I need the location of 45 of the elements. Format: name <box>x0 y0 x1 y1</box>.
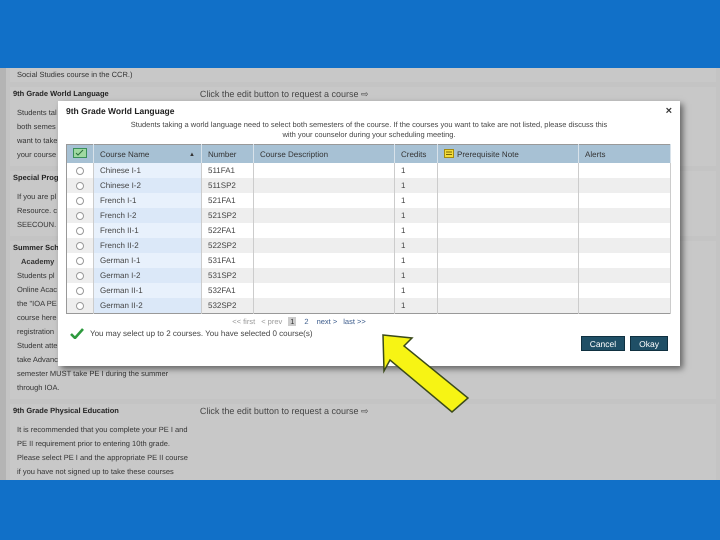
radio-button[interactable] <box>76 166 84 175</box>
table-cell: 1 <box>394 298 438 314</box>
instruction-text: Click the edit button to request a course ⇨ <box>200 405 369 418</box>
column-header[interactable]: Number <box>202 144 254 163</box>
table-cell: 532SP2 <box>202 298 254 314</box>
dialog-title: 9th Grade World Language <box>66 106 174 116</box>
radio-button[interactable] <box>76 212 84 220</box>
radio-button[interactable] <box>76 182 84 190</box>
select-all-checkbox-icon[interactable] <box>73 148 87 158</box>
radio-button[interactable] <box>76 302 84 310</box>
column-header[interactable]: Alerts <box>578 144 670 163</box>
column-header[interactable]: Course Name <box>100 150 150 158</box>
cancel-button[interactable]: Cancel <box>580 336 626 351</box>
table-cell: 522SP2 <box>202 238 254 253</box>
checkmark-icon <box>70 328 84 339</box>
column-header[interactable]: Course Description <box>254 144 394 163</box>
table-cell: 1 <box>394 208 438 223</box>
table-cell: 1 <box>394 238 438 253</box>
table-cell: 531SP2 <box>202 268 254 283</box>
table-cell: French II-1 <box>94 223 202 238</box>
table-cell: German II-1 <box>94 283 202 298</box>
table-cell: French I-1 <box>94 193 202 208</box>
instruction-text: Click the edit button to request a course ⇨ <box>200 88 369 101</box>
radio-button[interactable] <box>76 226 84 235</box>
table-cell: 1 <box>394 268 438 283</box>
table-cell: German I-1 <box>94 253 202 268</box>
table-cell: 521SP2 <box>202 208 254 223</box>
table-cell: 1 <box>394 178 438 193</box>
table-cell: German I-2 <box>94 268 202 283</box>
status-message: You may select up to 2 courses. You have selected 0 course(s) <box>90 329 313 338</box>
note-icon <box>444 149 454 158</box>
radio-button[interactable] <box>76 286 84 295</box>
table-cell: German II-2 <box>94 298 202 314</box>
radio-button[interactable] <box>76 256 84 265</box>
radio-button[interactable] <box>76 242 84 250</box>
close-button[interactable]: × <box>666 106 672 116</box>
radio-button[interactable] <box>76 196 84 205</box>
table-cell: Chinese I-2 <box>94 178 202 193</box>
radio-button[interactable] <box>76 272 84 280</box>
table-cell: French II-2 <box>94 238 202 253</box>
column-header[interactable]: Credits <box>394 144 438 163</box>
table-cell: 511SP2 <box>202 178 254 193</box>
table-cell: Chinese I-1 <box>94 163 202 178</box>
table-cell: French I-2 <box>94 208 202 223</box>
okay-button[interactable]: Okay <box>630 336 668 351</box>
